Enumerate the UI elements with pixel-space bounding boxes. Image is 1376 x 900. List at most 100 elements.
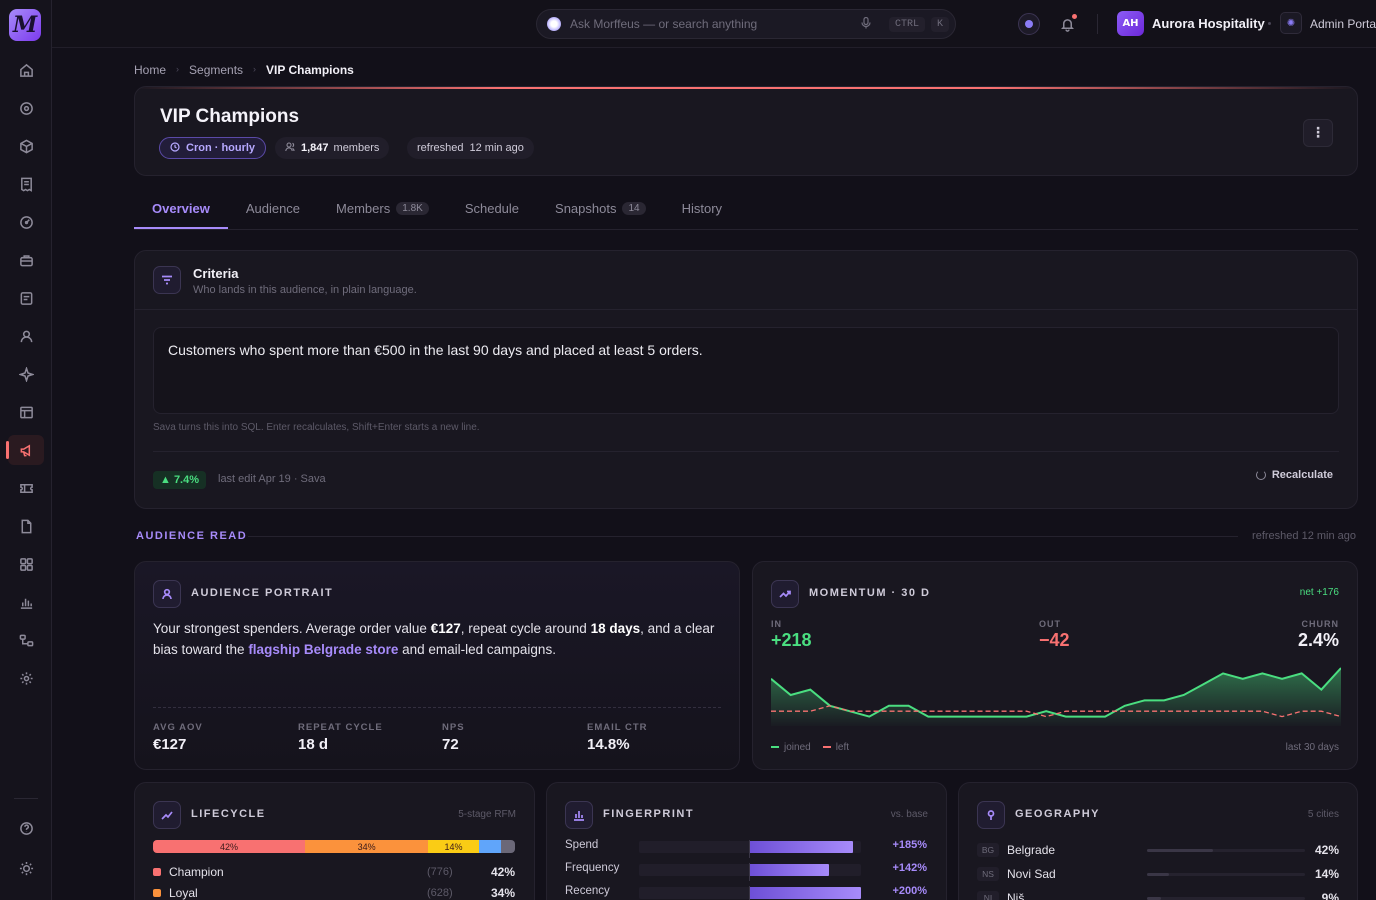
- fingerprint-track: [639, 886, 861, 900]
- refreshed-value: 12 min ago: [469, 142, 524, 154]
- tab-schedule[interactable]: Schedule: [447, 190, 537, 229]
- recalculate-button[interactable]: Recalculate: [1255, 469, 1333, 481]
- stack-segment[interactable]: [500, 840, 515, 853]
- last-edit-text: last edit Apr 19 · Sava: [218, 473, 326, 485]
- more-options-button[interactable]: ⋮: [1303, 119, 1333, 147]
- geography-title: GEOGRAPHY: [1015, 808, 1101, 820]
- kbd-k: K: [930, 16, 949, 32]
- momentum-title: MOMENTUM · 30 D: [809, 587, 931, 599]
- assistant-status-icon[interactable]: [1018, 13, 1040, 35]
- tab-label: History: [681, 201, 723, 216]
- help-icon[interactable]: [14, 816, 38, 840]
- filter-icon: [153, 266, 181, 294]
- color-swatch: [153, 889, 161, 897]
- lifecycle-stacked-bar: 42% 34% 14%: [153, 840, 515, 853]
- legend-left-label: left: [835, 742, 850, 753]
- breadcrumb-segments[interactable]: Segments: [189, 63, 243, 77]
- fingerprint-pct: +142%: [892, 862, 927, 874]
- fingerprint-row: Recency +200%: [565, 885, 927, 900]
- criteria-input[interactable]: Customers who spent more than €500 in th…: [153, 327, 1339, 414]
- breadcrumb-chevron-icon: ›: [176, 64, 180, 74]
- note-icon[interactable]: [14, 286, 38, 310]
- breadcrumb-home[interactable]: Home: [134, 63, 166, 77]
- cron-badge[interactable]: Cron · hourly: [159, 137, 267, 159]
- joined-area: [771, 668, 1341, 726]
- portrait-title: AUDIENCE PORTRAIT: [191, 587, 334, 599]
- row-pct: 34%: [490, 886, 515, 900]
- legend-joined: joined: [771, 742, 811, 753]
- theme-icon[interactable]: [14, 856, 38, 880]
- tab-snapshots[interactable]: Snapshots 14: [537, 190, 664, 229]
- row-count: (628): [427, 887, 453, 899]
- bell-icon[interactable]: [1056, 13, 1078, 35]
- home-icon[interactable]: [14, 58, 38, 82]
- microphone-icon[interactable]: [861, 16, 871, 32]
- period-label: last 30 days: [1285, 742, 1339, 753]
- settings-icon[interactable]: [14, 666, 38, 690]
- page-title: VIP Champions: [160, 106, 300, 127]
- stack-segment[interactable]: 34%: [305, 840, 429, 853]
- search-bar[interactable]: Ask Morffeus — or search anything CTRL K: [536, 9, 956, 39]
- fingerprint-pct: +200%: [892, 885, 927, 897]
- user-icon[interactable]: [14, 324, 38, 348]
- divider: [135, 309, 1357, 310]
- criteria-subtitle: Who lands in this audience, in plain lan…: [193, 284, 417, 296]
- clock-icon: [170, 141, 180, 155]
- stat-value: 18 d: [298, 736, 329, 753]
- document-icon[interactable]: [14, 514, 38, 538]
- stack-segment[interactable]: 42%: [153, 840, 306, 853]
- receipt-icon[interactable]: [14, 172, 38, 196]
- tab-count-badge: 1.8K: [396, 202, 429, 215]
- target-icon[interactable]: [14, 96, 38, 120]
- portrait-store-link[interactable]: flagship Belgrade store: [248, 642, 398, 657]
- table-icon[interactable]: [14, 400, 38, 424]
- admin-gear-icon[interactable]: ✺: [1280, 12, 1302, 34]
- org-name[interactable]: Aurora Hospitality: [1152, 16, 1265, 31]
- tab-audience[interactable]: Audience: [228, 190, 318, 229]
- megaphone-icon[interactable]: [6, 435, 44, 465]
- tab-members[interactable]: Members 1.8K: [318, 190, 447, 229]
- separator-dot: [1268, 22, 1271, 25]
- admin-portal-link[interactable]: Admin Portal: [1310, 17, 1376, 31]
- lifecycle-row-loyal[interactable]: Loyal (628) 34%: [153, 886, 515, 900]
- stat-label: CHURN: [1301, 619, 1339, 629]
- breadcrumb: Home › Segments › VIP Champions: [134, 63, 354, 77]
- trend-icon: [153, 801, 181, 829]
- sparkle-icon[interactable]: [14, 362, 38, 386]
- cube-icon[interactable]: [14, 134, 38, 158]
- tab-label: Audience: [245, 201, 301, 216]
- topbar-divider: [1097, 14, 1098, 34]
- portrait-text-1: Your strongest spenders. Average order v…: [153, 621, 431, 636]
- briefcase-icon[interactable]: [14, 248, 38, 272]
- audience-portrait-card: AUDIENCE PORTRAIT Your strongest spender…: [134, 561, 740, 770]
- fingerprint-row: Frequency +142%: [565, 862, 927, 881]
- ticket-icon[interactable]: [14, 476, 38, 500]
- stack-segment[interactable]: 14%: [428, 840, 479, 853]
- assistant-orb-icon: [547, 17, 561, 31]
- stat-label: REPEAT CYCLE: [298, 722, 383, 733]
- color-swatch: [153, 868, 161, 876]
- lifecycle-row-champion[interactable]: Champion (776) 42%: [153, 865, 515, 879]
- stack-segment[interactable]: [478, 840, 501, 853]
- section-label: AUDIENCE READ: [136, 530, 248, 542]
- search-input[interactable]: Ask Morffeus — or search anything: [570, 17, 861, 31]
- refreshed-label: refreshed: [417, 142, 464, 154]
- portrait-cycle: 18 days: [590, 621, 641, 636]
- portrait-text-2: , repeat cycle around: [460, 621, 591, 636]
- stat-label: EMAIL CTR: [587, 722, 648, 733]
- app-logo[interactable]: M: [9, 9, 41, 41]
- bar-chart-icon[interactable]: [14, 590, 38, 614]
- fingerprint-title: FINGERPRINT: [603, 808, 695, 820]
- gauge-icon[interactable]: [14, 210, 38, 234]
- flow-icon[interactable]: [14, 628, 38, 652]
- tab-history[interactable]: History: [664, 190, 740, 229]
- cron-label: Cron · hourly: [186, 142, 256, 154]
- org-avatar[interactable]: AH: [1117, 11, 1144, 36]
- grid-icon[interactable]: [14, 552, 38, 576]
- tab-overview[interactable]: Overview: [134, 190, 228, 229]
- tab-count-badge: 14: [622, 202, 646, 215]
- stat-nps: NPS 72: [442, 722, 465, 753]
- baseline-marker: [749, 886, 750, 900]
- stat-label: AVG AOV: [153, 722, 203, 733]
- sidebar: M: [0, 0, 52, 900]
